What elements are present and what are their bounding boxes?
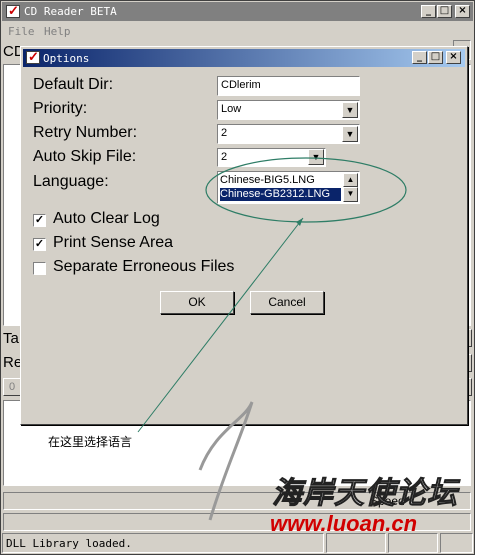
watermark-url: www.luoan.cn (270, 511, 418, 536)
watermark-title: 海岸天使论坛 (272, 477, 458, 511)
highlight-ellipse (205, 157, 407, 223)
annotation-arrow (137, 217, 304, 433)
watermark-brush (198, 401, 254, 521)
annotation-text: 在这里选择语言 (48, 435, 133, 449)
